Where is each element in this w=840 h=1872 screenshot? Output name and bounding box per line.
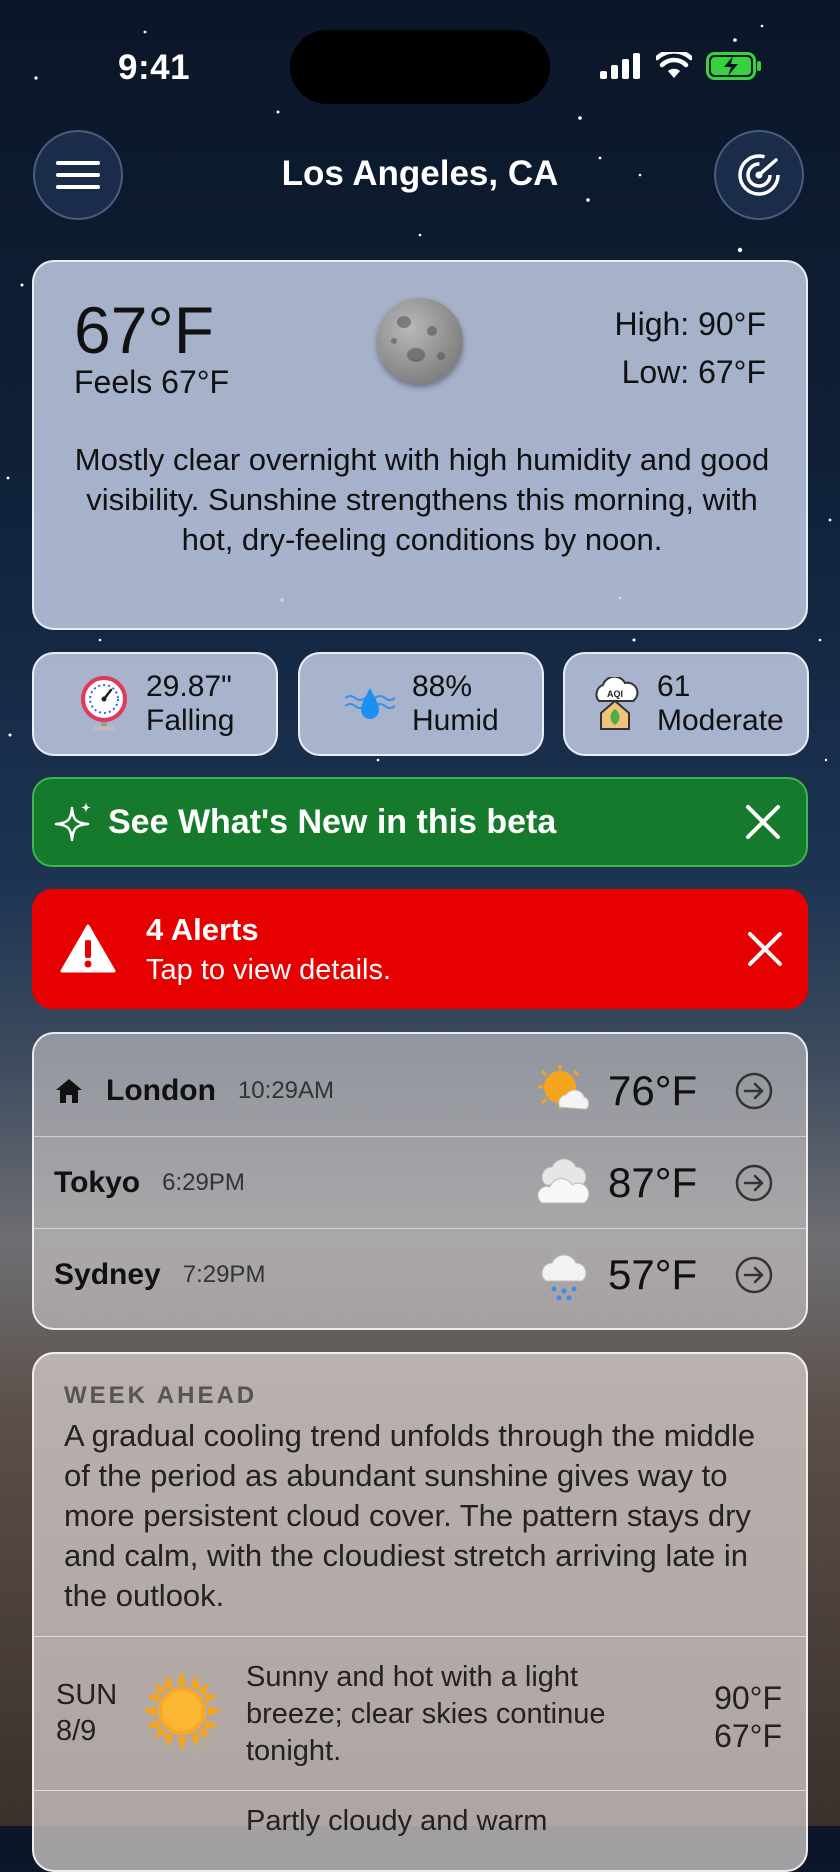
week-ahead-card[interactable]: WEEK AHEAD A gradual cooling trend unfol… bbox=[32, 1352, 808, 1872]
divider bbox=[34, 1228, 806, 1229]
week-ahead-heading: WEEK AHEAD bbox=[64, 1382, 258, 1409]
aqi-icon: AQI bbox=[585, 674, 645, 734]
alerts-subtitle: Tap to view details. bbox=[146, 953, 392, 986]
warning-icon bbox=[60, 924, 116, 973]
arrow-circle-icon[interactable] bbox=[734, 1071, 774, 1111]
city-row-tokyo[interactable]: Tokyo 6:29PM 87°F bbox=[34, 1138, 806, 1228]
day-description: Sunny and hot with a light breeze; clear… bbox=[246, 1661, 606, 1767]
radar-icon bbox=[738, 154, 780, 196]
close-icon[interactable] bbox=[740, 924, 790, 974]
partly-sunny-icon bbox=[538, 1065, 590, 1110]
aqi-card[interactable]: AQI 61 Moderate bbox=[563, 652, 809, 756]
day-date: 8/9 bbox=[56, 1715, 97, 1747]
humidity-label: Humid bbox=[412, 704, 499, 737]
city-local-time: 7:29PM bbox=[182, 1261, 266, 1288]
pressure-value: 29.87" bbox=[146, 670, 232, 703]
alerts-title: 4 Alerts bbox=[146, 911, 259, 947]
sun-icon bbox=[142, 1671, 222, 1751]
pressure-trend: Falling bbox=[146, 704, 235, 737]
world-cities-card: London 10:29AM 76°F Tokyo 6:29PM 87°F Sy… bbox=[32, 1032, 808, 1330]
pressure-card[interactable]: 29.87" Falling bbox=[32, 652, 278, 756]
day-low: 67°F bbox=[714, 1718, 782, 1754]
city-name: Sydney bbox=[54, 1258, 161, 1291]
day-temperatures: 90°F 67°F bbox=[714, 1679, 782, 1755]
low-temperature: Low: 67°F bbox=[621, 354, 766, 390]
barometer-icon bbox=[74, 674, 134, 734]
humidity-value: 88% bbox=[412, 670, 473, 703]
home-icon bbox=[56, 1079, 82, 1103]
feels-like: Feels 67°F bbox=[74, 364, 230, 400]
city-row-london[interactable]: London 10:29AM 76°F bbox=[34, 1046, 806, 1136]
status-time: 9:41 bbox=[118, 48, 191, 87]
humidity-card[interactable]: 88% Humid bbox=[298, 652, 544, 756]
rain-cloud-icon bbox=[541, 1254, 587, 1301]
high-temperature: High: 90°F bbox=[614, 306, 766, 342]
signal-icon bbox=[600, 53, 640, 79]
arrow-circle-icon[interactable] bbox=[734, 1163, 774, 1203]
city-name: Tokyo bbox=[54, 1166, 141, 1199]
city-row-sydney[interactable]: Sydney 7:29PM 57°F bbox=[34, 1230, 806, 1320]
day-description: Partly cloudy and warm bbox=[246, 1805, 548, 1837]
dynamic-island bbox=[290, 30, 550, 104]
week-ahead-summary: A gradual cooling trend unfolds through … bbox=[64, 1418, 756, 1613]
current-temperature: 67°F bbox=[74, 293, 215, 367]
high-low: High: 90°F Low: 67°F bbox=[614, 300, 766, 396]
city-local-time: 6:29PM bbox=[162, 1169, 245, 1196]
close-icon[interactable] bbox=[738, 797, 788, 847]
radar-button[interactable] bbox=[714, 130, 804, 220]
wifi-icon bbox=[656, 52, 692, 78]
alerts-banner[interactable]: 4 Alerts Tap to view details. bbox=[32, 889, 808, 1009]
sparkles-icon bbox=[54, 802, 91, 842]
aqi-label: Moderate bbox=[657, 704, 784, 737]
day-name: SUN bbox=[56, 1679, 118, 1711]
day-row-sun[interactable]: SUN 8/9 Sunny and hot with a light breez… bbox=[34, 1636, 806, 1787]
city-name: London bbox=[106, 1074, 216, 1107]
arrow-circle-icon[interactable] bbox=[734, 1255, 774, 1295]
beta-banner-text: See What's New in this beta bbox=[108, 802, 557, 841]
city-temperature: 76°F bbox=[608, 1067, 698, 1114]
aqi-value: 61 bbox=[657, 670, 691, 703]
current-conditions-card[interactable]: 67°F Feels 67°F High: 90°F Low: 67°F Mos… bbox=[32, 260, 808, 630]
city-local-time: 10:29AM bbox=[237, 1077, 335, 1104]
day-high: 90°F bbox=[714, 1680, 782, 1716]
city-temperature: 57°F bbox=[608, 1251, 698, 1298]
forecast-summary: Mostly clear overnight with high humidit… bbox=[74, 442, 770, 557]
battery-charging-icon bbox=[706, 52, 761, 80]
beta-banner[interactable]: See What's New in this beta bbox=[32, 777, 808, 867]
status-icons bbox=[600, 52, 762, 80]
city-temperature: 87°F bbox=[608, 1159, 698, 1206]
cloudy-icon bbox=[537, 1158, 590, 1204]
aqi-icon-text: AQI bbox=[607, 689, 623, 699]
day-row-next[interactable]: Partly cloudy and warm bbox=[34, 1790, 806, 1870]
moon-icon bbox=[377, 298, 463, 384]
day-label: SUN 8/9 bbox=[56, 1677, 117, 1749]
humidity-drop-icon bbox=[340, 674, 400, 734]
divider bbox=[34, 1136, 806, 1137]
